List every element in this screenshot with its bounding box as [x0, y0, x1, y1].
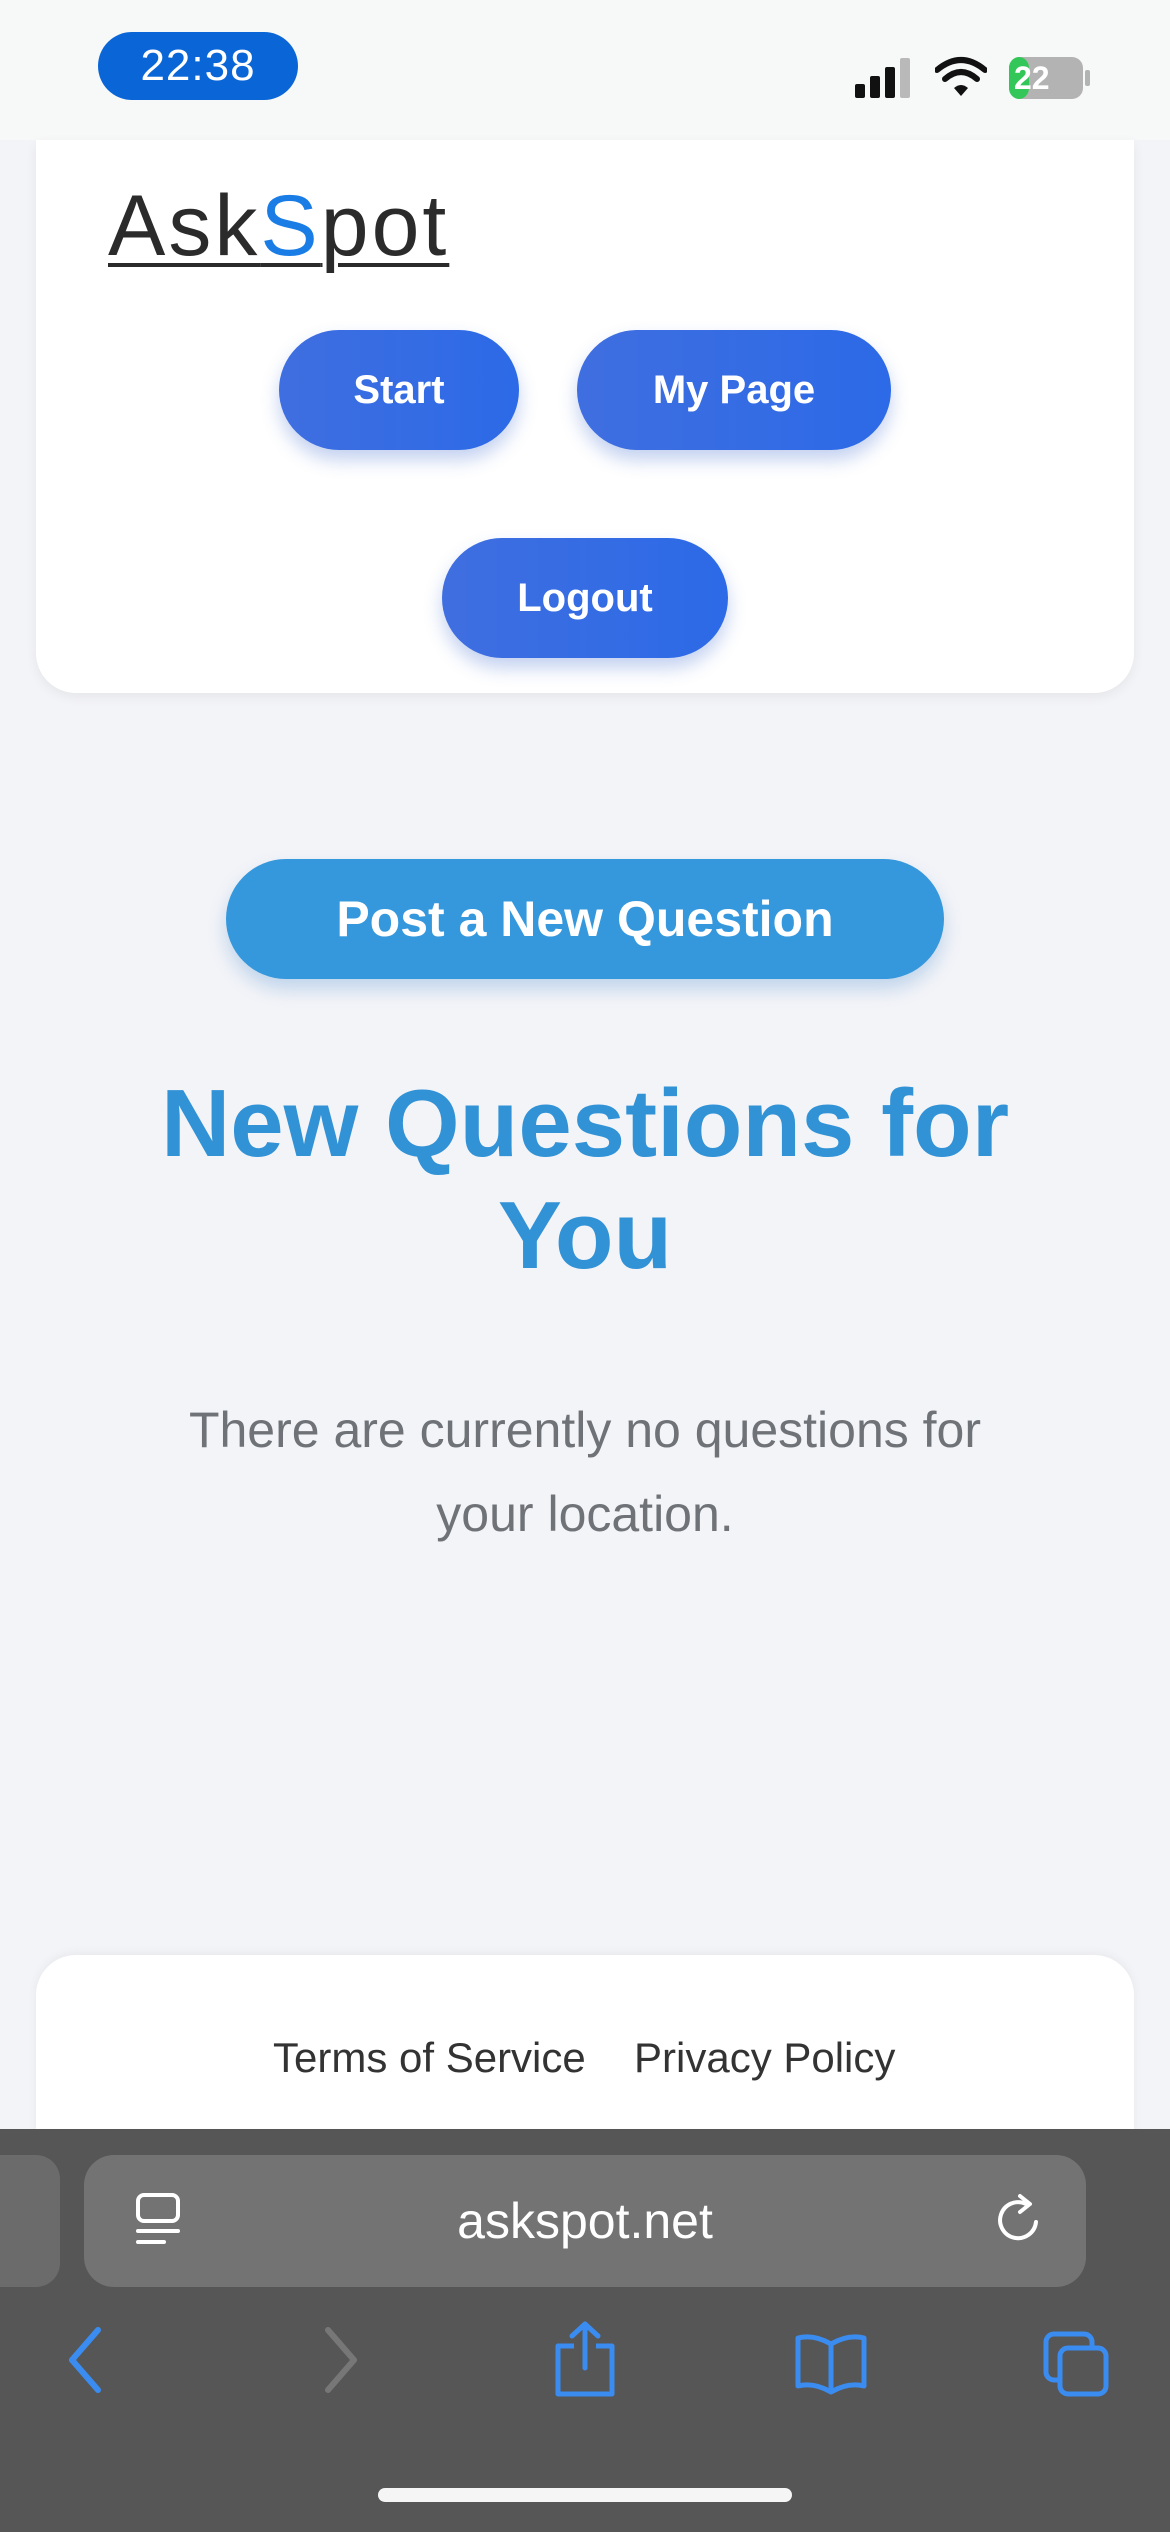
logo-text-prefix: Ask — [108, 178, 261, 274]
previous-tab-preview[interactable] — [0, 2155, 60, 2287]
terms-of-service-link[interactable]: Terms of Service — [273, 2030, 586, 2086]
address-bar-url[interactable]: askspot.net — [84, 2155, 1086, 2287]
bookmarks-icon[interactable] — [794, 2320, 868, 2400]
cellular-signal-icon — [855, 58, 910, 98]
logout-button[interactable]: Logout — [442, 538, 728, 658]
my-page-button[interactable]: My Page — [577, 330, 891, 450]
logo-text-suffix: pot — [320, 178, 450, 274]
privacy-policy-link[interactable]: Privacy Policy — [634, 2030, 895, 2086]
share-icon[interactable] — [552, 2320, 618, 2400]
forward-icon — [325, 2327, 357, 2393]
page-menu-icon[interactable] — [134, 2191, 184, 2251]
logo-text-highlight: S — [260, 178, 321, 274]
reload-icon[interactable] — [992, 2192, 1048, 2248]
battery-icon: 22 — [1008, 56, 1092, 100]
tabs-icon[interactable] — [1042, 2320, 1112, 2400]
page-title: New Questions for You — [160, 1070, 1010, 1289]
start-button[interactable]: Start — [279, 330, 519, 450]
site-logo[interactable]: AskSpot — [108, 176, 449, 276]
empty-state-message: There are currently no questions for you… — [188, 1402, 982, 1542]
home-indicator — [378, 2488, 792, 2502]
status-bar: 22:38 22 — [0, 0, 1170, 140]
post-question-button[interactable]: Post a New Question — [226, 859, 944, 979]
battery-level: 22 — [1014, 60, 1050, 96]
wifi-icon — [935, 57, 987, 96]
status-time: 22:38 — [98, 32, 298, 100]
back-icon[interactable] — [64, 2320, 108, 2400]
